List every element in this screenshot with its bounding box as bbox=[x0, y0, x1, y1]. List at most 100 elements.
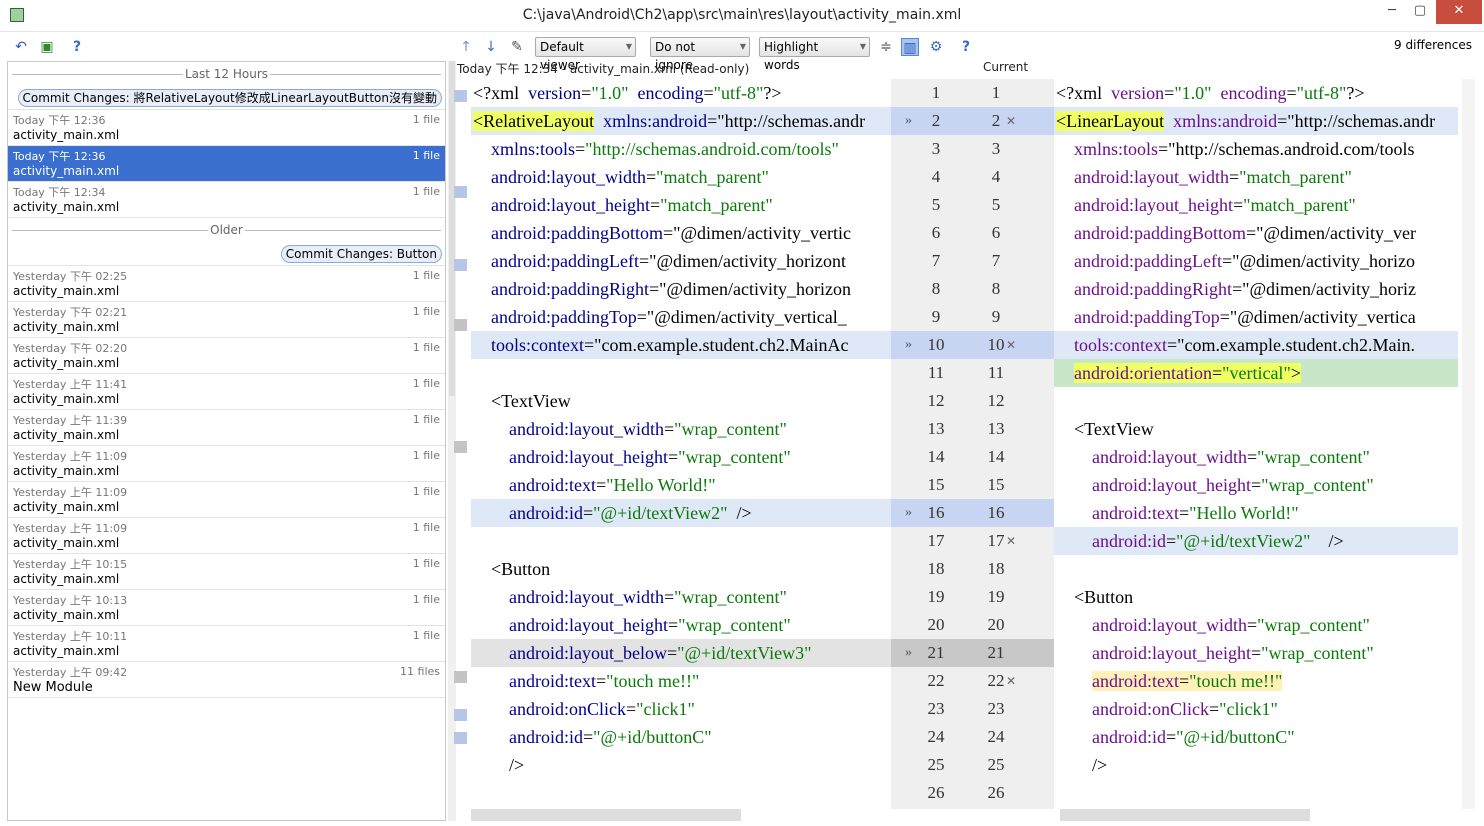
discard-change-icon[interactable]: ✕ bbox=[1006, 107, 1016, 135]
maximize-button[interactable]: ▢ bbox=[1406, 0, 1434, 24]
history-entry[interactable]: Yesterday 上午 10:15 activity_main.xml 1 fil… bbox=[8, 554, 445, 590]
history-entry[interactable]: Today 下午 12:34 activity_main.xml 1 file bbox=[8, 182, 445, 218]
history-entry[interactable]: Yesterday 上午 11:39 activity_main.xml 1 fil… bbox=[8, 410, 445, 446]
discard-change-icon[interactable]: ✕ bbox=[1006, 331, 1016, 359]
discard-change-icon[interactable]: ✕ bbox=[1006, 527, 1016, 555]
code-line[interactable]: android:layout_height="wrap_content" bbox=[1054, 471, 1458, 499]
code-line[interactable]: android:layout_height="wrap_content" bbox=[1054, 639, 1458, 667]
left-editor[interactable]: <?xml version="1.0" encoding="utf-8"?> <R… bbox=[471, 79, 891, 809]
code-line[interactable]: <Button bbox=[1054, 583, 1458, 611]
code-line[interactable]: <TextView bbox=[1054, 415, 1458, 443]
code-line[interactable]: android:id="@+id/buttonC" bbox=[1054, 723, 1458, 751]
apply-change-icon[interactable]: » bbox=[905, 499, 912, 527]
code-line[interactable]: android:paddingBottom="@dimen/activity_v… bbox=[471, 219, 891, 247]
code-line[interactable]: android:paddingRight="@dimen/activity_ho… bbox=[471, 275, 891, 303]
history-entry[interactable]: Today 下午 12:36 activity_main.xml 1 file bbox=[8, 146, 445, 182]
code-line[interactable]: android:text="Hello World!" bbox=[471, 471, 891, 499]
prev-difference-icon[interactable]: ↑ bbox=[457, 38, 475, 56]
code-line[interactable]: android:orientation="vertical"> bbox=[1054, 359, 1458, 387]
history-entry[interactable]: Yesterday 上午 09:42 New Module 11 files bbox=[8, 662, 445, 698]
code-line[interactable]: <TextView bbox=[471, 387, 891, 415]
history-entry[interactable]: Yesterday 下午 02:25 activity_main.xml 1 fil… bbox=[8, 266, 445, 302]
code-line[interactable]: android:id="@+id/textView2" /> bbox=[1054, 527, 1458, 555]
code-line[interactable]: android:paddingRight="@dimen/activity_ho… bbox=[1054, 275, 1458, 303]
code-line[interactable]: tools:context="com.example.student.ch2.M… bbox=[1054, 331, 1458, 359]
code-line[interactable]: android:layout_width="wrap_content" bbox=[471, 583, 891, 611]
code-line[interactable]: android:layout_width="match_parent" bbox=[471, 163, 891, 191]
code-line[interactable]: android:layout_width="match_parent" bbox=[1054, 163, 1458, 191]
code-line[interactable]: android:paddingTop="@dimen/activity_vert… bbox=[471, 303, 891, 331]
discard-change-icon[interactable]: ✕ bbox=[1006, 667, 1016, 695]
code-line[interactable]: android:layout_height="wrap_content" bbox=[471, 443, 891, 471]
code-line[interactable]: android:layout_height="match_parent" bbox=[471, 191, 891, 219]
code-line[interactable]: android:paddingBottom="@dimen/activity_v… bbox=[1054, 219, 1458, 247]
history-entry[interactable]: Yesterday 上午 10:13 activity_main.xml 1 fil… bbox=[8, 590, 445, 626]
history-entry[interactable]: Yesterday 上午 11:09 activity_main.xml 1 fil… bbox=[8, 518, 445, 554]
edit-source-icon[interactable]: ✎ bbox=[508, 38, 526, 56]
code-line[interactable]: android:text="touch me!!" bbox=[1054, 667, 1458, 695]
help-icon[interactable]: ? bbox=[957, 38, 975, 56]
apply-change-icon[interactable]: » bbox=[905, 639, 912, 667]
code-line[interactable] bbox=[1054, 555, 1458, 583]
code-line[interactable]: android:layout_height="match_parent" bbox=[1054, 191, 1458, 219]
apply-change-icon[interactable]: » bbox=[905, 331, 912, 359]
collapse-unchanged-icon[interactable]: ≑ bbox=[877, 38, 895, 56]
code-line[interactable]: <Button bbox=[471, 555, 891, 583]
history-entry[interactable]: Yesterday 上午 10:11 activity_main.xml 1 fil… bbox=[8, 626, 445, 662]
entry-count: 1 file bbox=[412, 149, 440, 162]
entry-date: Yesterday 上午 11:41 bbox=[13, 378, 128, 391]
code-line[interactable]: android:id="@+id/buttonC" bbox=[471, 723, 891, 751]
viewer-dropdown[interactable]: Default viewer ▼ bbox=[535, 37, 636, 72]
gutter-row: 14 14 bbox=[891, 443, 1054, 471]
code-line[interactable] bbox=[471, 779, 891, 807]
help-icon[interactable]: ? bbox=[68, 38, 86, 56]
code-line[interactable]: <LinearLayout xmlns:android="http://sche… bbox=[1054, 107, 1458, 135]
close-button[interactable]: ✕ bbox=[1436, 0, 1482, 24]
code-line[interactable]: android:layout_width="wrap_content" bbox=[1054, 611, 1458, 639]
highlight-dropdown[interactable]: Highlight words ▼ bbox=[759, 37, 870, 72]
code-line[interactable]: tools:context="com.example.student.ch2.M… bbox=[471, 331, 891, 359]
history-entry[interactable]: Yesterday 上午 11:09 activity_main.xml 1 fil… bbox=[8, 446, 445, 482]
right-scrollbar[interactable] bbox=[1462, 79, 1475, 809]
right-editor[interactable]: <?xml version="1.0" encoding="utf-8"?> <L… bbox=[1054, 79, 1458, 809]
code-line[interactable]: android:id="@+id/textView2" /> bbox=[471, 499, 891, 527]
code-line[interactable]: android:text="Hello World!" bbox=[1054, 499, 1458, 527]
history-entry[interactable]: Yesterday 上午 11:41 activity_main.xml 1 fil… bbox=[8, 374, 445, 410]
revert-icon[interactable]: ↶ bbox=[12, 38, 30, 56]
history-entry[interactable]: Today 下午 12:36 activity_main.xml 1 file bbox=[8, 110, 445, 146]
code-line[interactable]: /> bbox=[471, 751, 891, 779]
apply-change-icon[interactable]: » bbox=[905, 107, 912, 135]
code-line[interactable]: /> bbox=[1054, 751, 1458, 779]
code-line[interactable]: <RelativeLayout xmlns:android="http://sc… bbox=[471, 107, 891, 135]
code-line[interactable]: android:paddingTop="@dimen/activity_vert… bbox=[1054, 303, 1458, 331]
history-entry[interactable]: Yesterday 下午 02:20 activity_main.xml 1 fil… bbox=[8, 338, 445, 374]
code-line[interactable]: xmlns:tools="http://schemas.android.com/… bbox=[1054, 135, 1458, 163]
code-line[interactable] bbox=[1054, 387, 1458, 415]
sync-scroll-icon[interactable]: ▥ bbox=[901, 38, 919, 56]
code-line[interactable]: android:onClick="click1" bbox=[471, 695, 891, 723]
history-entry[interactable]: Yesterday 上午 11:09 activity_main.xml 1 fil… bbox=[8, 482, 445, 518]
code-line[interactable]: android:paddingLeft="@dimen/activity_hor… bbox=[1054, 247, 1458, 275]
code-line[interactable]: android:layout_width="wrap_content" bbox=[1054, 443, 1458, 471]
ignore-dropdown[interactable]: Do not ignore ▼ bbox=[650, 37, 750, 72]
next-difference-icon[interactable]: ↓ bbox=[482, 38, 500, 56]
code-line[interactable]: <?xml version="1.0" encoding="utf-8"?> bbox=[1054, 79, 1458, 107]
history-entry[interactable]: Yesterday 下午 02:21 activity_main.xml 1 fil… bbox=[8, 302, 445, 338]
code-line[interactable]: android:layout_height="wrap_content" bbox=[471, 611, 891, 639]
gear-icon[interactable]: ⚙ bbox=[927, 38, 945, 56]
commit-row[interactable]: Commit Changes: Button bbox=[8, 242, 445, 266]
code-line[interactable]: android:layout_below="@+id/textView3" bbox=[471, 639, 891, 667]
code-line[interactable]: <?xml version="1.0" encoding="utf-8"?> bbox=[471, 79, 891, 107]
right-hscrollbar[interactable] bbox=[1060, 809, 1310, 821]
code-line[interactable] bbox=[471, 527, 891, 555]
code-line[interactable]: xmlns:tools="http://schemas.android.com/… bbox=[471, 135, 891, 163]
code-line[interactable]: android:onClick="click1" bbox=[1054, 695, 1458, 723]
code-line[interactable]: android:paddingLeft="@dimen/activity_hor… bbox=[471, 247, 891, 275]
create-patch-icon[interactable]: ▣ bbox=[38, 38, 56, 56]
code-line[interactable]: android:text="touch me!!" bbox=[471, 667, 891, 695]
commit-row[interactable]: Commit Changes: 將RelativeLayout修改成Linear… bbox=[8, 86, 445, 110]
left-hscrollbar[interactable] bbox=[471, 809, 741, 821]
code-line[interactable]: android:layout_width="wrap_content" bbox=[471, 415, 891, 443]
minimize-button[interactable]: ─ bbox=[1378, 0, 1406, 24]
code-line[interactable] bbox=[471, 359, 891, 387]
